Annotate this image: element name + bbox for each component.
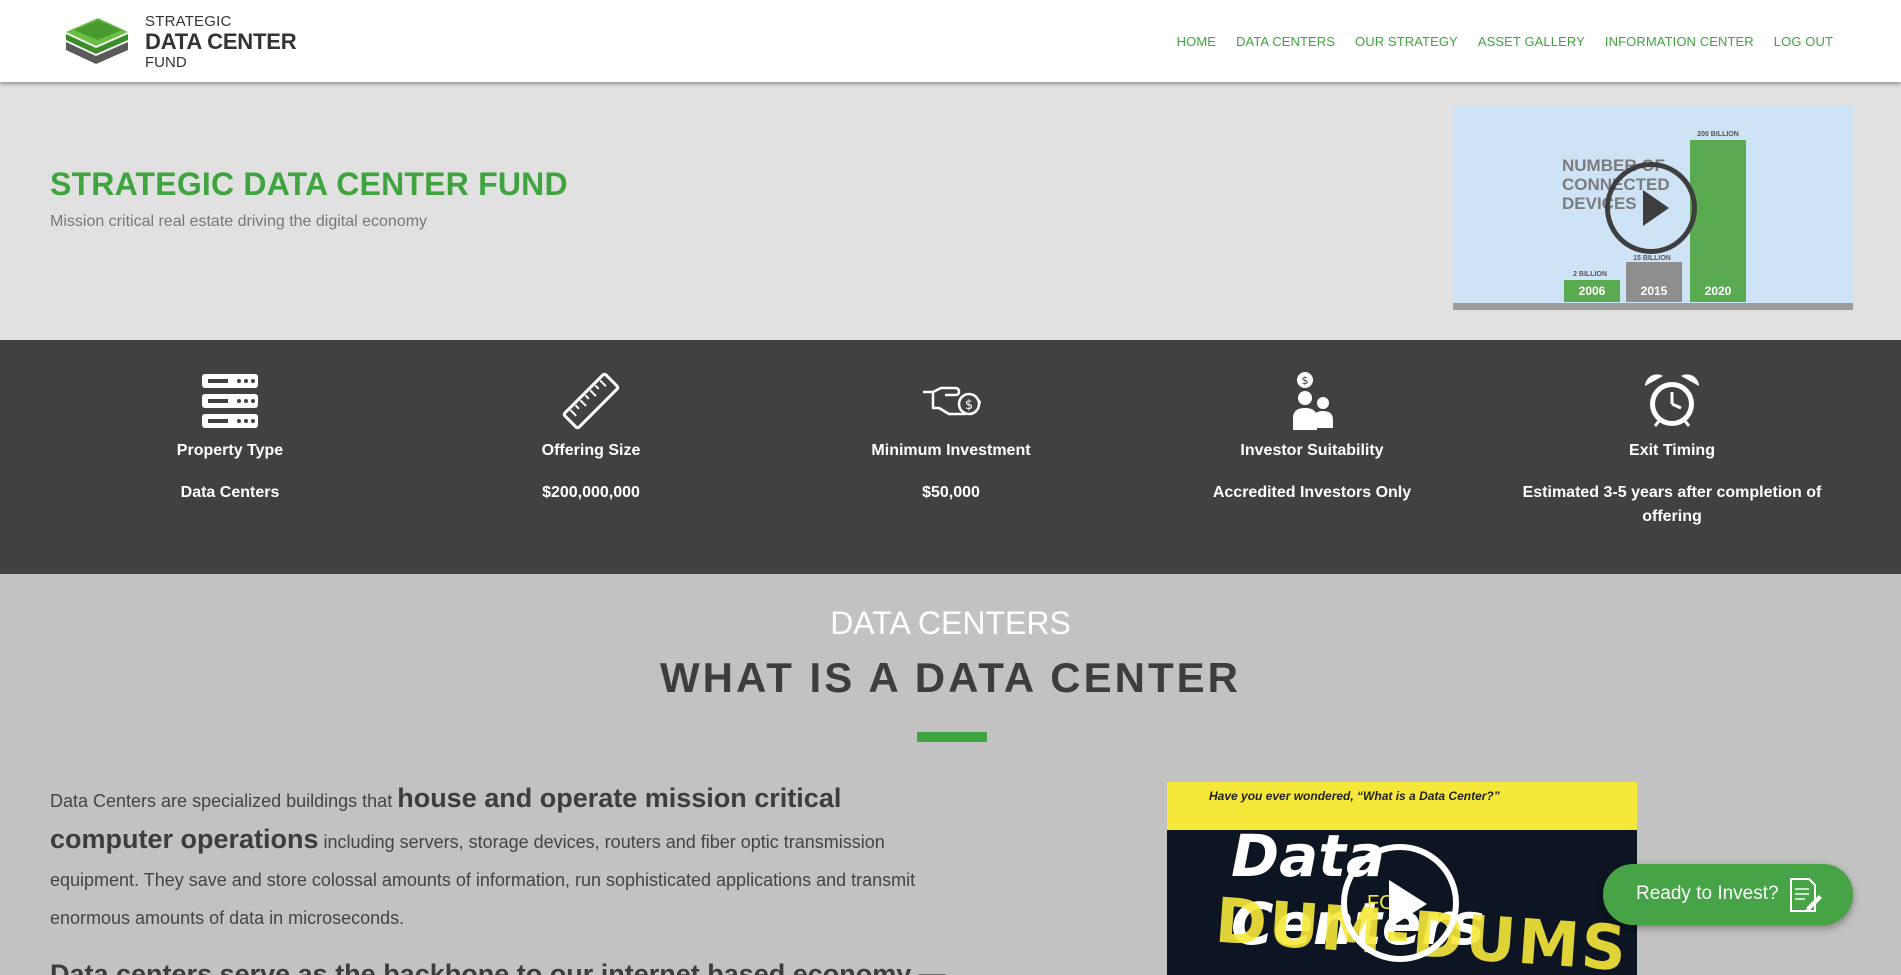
svg-text:$: $ [965,398,973,413]
bar-2006: 2006 [1564,280,1620,302]
stat-value: Accredited Investors Only [1212,484,1412,501]
bar-2020: 2020 [1690,140,1746,302]
stat-label: Minimum Investment [871,442,1031,459]
investors-icon: $ [1293,372,1333,430]
logo-line-1: STRATEGIC [145,13,232,30]
nav-our-strategy[interactable]: OUR STRATEGY [1355,34,1458,49]
ready-to-invest-button[interactable]: Ready to Invest? [1603,864,1853,925]
stat-label: Exit Timing [1629,442,1715,459]
logo-mark-icon [66,18,128,64]
logo-line-2: DATA CENTER [145,29,297,54]
server-icon [202,374,258,428]
ruler-icon [562,372,620,430]
hero-subtitle: Mission critical real estate driving the… [50,213,428,230]
hero-section: STRATEGIC DATA CENTER FUND Mission criti… [0,82,1901,340]
alarm-clock-icon [1645,374,1699,427]
hero-title: STRATEGIC DATA CENTER FUND [50,166,568,202]
bar-value-label: 15 BILLION [1633,255,1671,262]
stat-exit-timing: Exit Timing Estimated 3-5 years after co… [1512,370,1832,529]
logo-line-3: FUND [145,54,187,71]
site-header: STRATEGIC DATA CENTER FUND HOME DATA CEN… [0,0,1901,82]
document-sign-icon [1790,878,1822,912]
bar-value-label: 200 BILLION [1697,131,1739,138]
hand-money-icon: $ [923,386,981,416]
svg-text:$: $ [1302,374,1309,387]
video-baseline [1453,303,1853,310]
hero-video-thumbnail[interactable]: NUMBER OF CONNECTED DEVICES 2 BILLION 20… [1453,105,1853,310]
nav-asset-gallery[interactable]: ASSET GALLERY [1478,34,1585,49]
play-icon[interactable] [1341,844,1459,962]
section-kicker: DATA CENTERS [830,605,1071,641]
section-divider [917,732,987,742]
section-paragraph: Data Centers are specialized buildings t… [50,783,916,928]
video-question: Have you ever wondered, “What is a Data … [1209,789,1500,803]
nav-information-center[interactable]: INFORMATION CENTER [1605,34,1754,49]
stat-investor-suitability: $ Investor Suitability Accredited Invest… [1152,370,1472,505]
cta-label: Ready to Invest? [1636,883,1779,904]
nav-data-centers[interactable]: DATA CENTERS [1236,34,1335,49]
bar-2015: 2015 [1626,262,1682,302]
nav-log-out[interactable]: LOG OUT [1774,34,1833,49]
play-icon[interactable] [1605,162,1697,254]
data-centers-video-thumbnail[interactable]: Have you ever wondered, “What is a Data … [1167,782,1637,975]
site-logo[interactable]: STRATEGIC DATA CENTER FUND [66,12,306,70]
stat-value: $200,000,000 [542,484,640,501]
section-heading: WHAT IS A DATA CENTER [660,654,1241,701]
bar-value-label: 2 BILLION [1573,271,1607,278]
stat-label: Offering Size [541,442,641,459]
main-nav: HOME DATA CENTERS OUR STRATEGY ASSET GAL… [1157,34,1833,49]
stat-value: Data Centers [180,484,280,501]
offering-stats: Property Type Data Centers Offering Size… [0,340,1901,574]
stat-property-type: Property Type Data Centers [70,370,390,505]
stat-offering-size: Offering Size $200,000,000 [431,370,751,505]
stat-value: Estimated 3-5 years after completion of … [1522,484,1822,525]
stat-value: $50,000 [922,484,980,501]
stat-label: Investor Suitability [1240,442,1384,459]
section-paragraph-2: Data centers serve as the backbone to ou… [50,959,946,975]
nav-home[interactable]: HOME [1177,34,1216,49]
stat-label: Property Type [176,442,284,459]
stat-minimum-investment: $ Minimum Investment $50,000 [791,370,1111,505]
